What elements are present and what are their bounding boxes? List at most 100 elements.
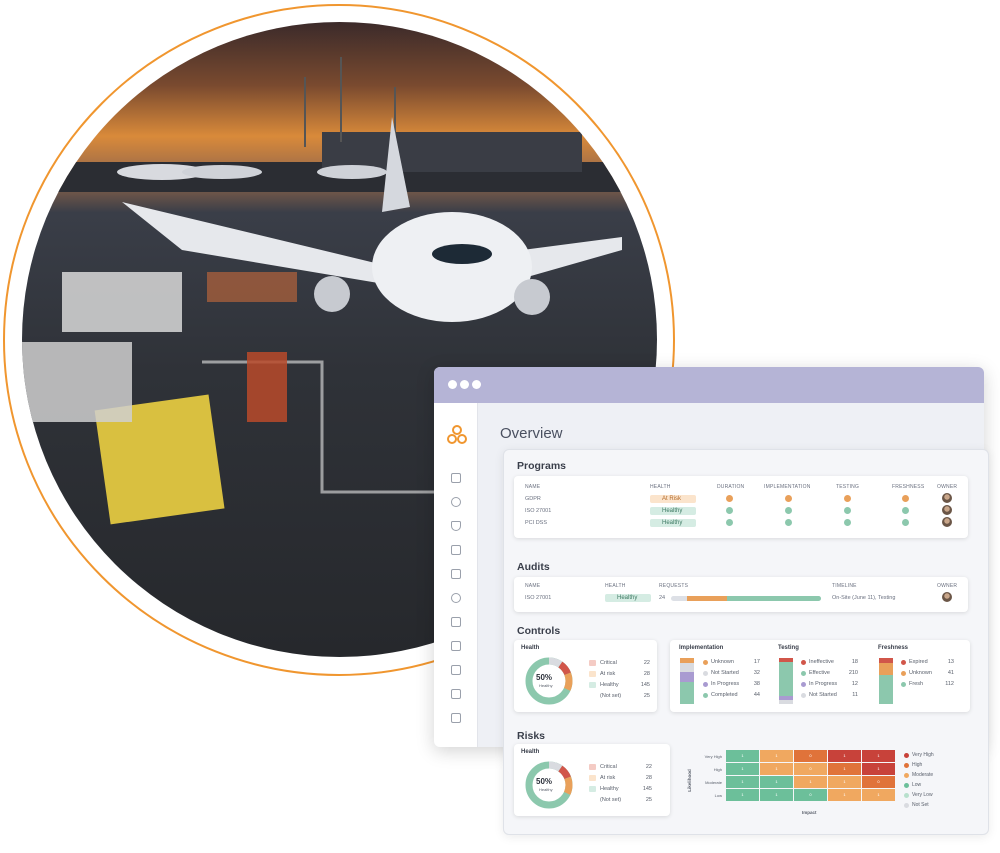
window-dot[interactable]	[448, 380, 457, 389]
flag-icon[interactable]	[451, 689, 461, 699]
col-name: NAME	[525, 484, 541, 490]
col-duration: DURATION	[717, 484, 745, 490]
avatar[interactable]	[942, 493, 952, 503]
truck-icon[interactable]	[451, 713, 461, 723]
heatmap-cell[interactable]: 1	[862, 763, 895, 775]
legend-value: 22	[645, 764, 652, 770]
legend-label: (Not set)	[600, 797, 622, 803]
report-icon[interactable]	[451, 617, 461, 627]
heatmap-cell[interactable]: 1	[760, 750, 793, 762]
risks-health-card: Health 50% Healthy Critical 22 At risk 2…	[514, 744, 670, 816]
legend-value: 145	[640, 682, 650, 688]
status-badge: Healthy	[650, 507, 696, 515]
progress-segment-open	[687, 596, 727, 601]
implementation-stack	[680, 658, 694, 704]
implementation-status	[785, 519, 792, 526]
legend-value: 145	[642, 786, 652, 792]
legend-label: In Progress	[711, 681, 740, 687]
heatmap-cell[interactable]: 0	[862, 776, 895, 788]
duration-status	[726, 495, 733, 502]
legend-dot	[904, 753, 909, 758]
avatar[interactable]	[942, 592, 952, 602]
page-title: Overview	[500, 425, 563, 442]
heatmap-cell[interactable]: 1	[726, 776, 759, 788]
col-testing: TESTING	[836, 484, 860, 490]
controls-health-card: Health 50% Healthy Critical 22 At risk 2…	[514, 640, 657, 712]
box-icon[interactable]	[451, 497, 461, 507]
heatmap-cell[interactable]: 1	[828, 789, 861, 801]
heatmap-cell[interactable]: 1	[726, 750, 759, 762]
heatmap-cell[interactable]: 1	[726, 789, 759, 801]
dashboard-icon[interactable]	[451, 473, 461, 483]
legend-label: At risk	[600, 775, 616, 781]
status-badge: Healthy	[650, 519, 696, 527]
status-badge: At Risk	[650, 495, 696, 503]
legend-label: Unknown	[909, 670, 932, 676]
heatmap-cell[interactable]: 1	[828, 776, 861, 788]
health-percent: 50%	[536, 673, 553, 682]
legend-dot	[801, 682, 806, 687]
status-badge: Healthy	[605, 594, 651, 602]
program-name: PCI DSS	[525, 520, 548, 526]
col-name: NAME	[525, 583, 541, 589]
legend-value: 11	[852, 692, 858, 698]
legend-label: Critical	[600, 764, 617, 770]
clipboard-icon[interactable]	[451, 641, 461, 651]
health-label: Healthy	[539, 683, 553, 688]
heatmap-cell[interactable]: 0	[794, 750, 827, 762]
heatmap-cell[interactable]: 0	[794, 789, 827, 801]
app-logo-icon[interactable]	[447, 425, 467, 445]
legend-label: (Not set)	[600, 693, 622, 699]
legend-label: Low	[912, 782, 922, 788]
legend-dot	[703, 671, 708, 676]
testing-status	[844, 495, 851, 502]
heatmap-ylabel: Likelihood	[686, 769, 692, 792]
implementation-status	[785, 507, 792, 514]
legend-value: 25	[645, 797, 652, 803]
legend-swatch	[589, 660, 596, 666]
heatmap-cell[interactable]: 1	[760, 776, 793, 788]
document-edit-icon[interactable]	[451, 569, 461, 579]
shield-icon[interactable]	[451, 521, 461, 531]
avatar[interactable]	[942, 505, 952, 515]
col-owner: OWNER	[937, 583, 958, 589]
heatmap-cell[interactable]: 1	[726, 763, 759, 775]
branch-icon[interactable]	[451, 545, 461, 555]
legend-value: 44	[753, 692, 760, 698]
card-title: Freshness	[878, 645, 909, 651]
window-dot[interactable]	[472, 380, 481, 389]
heatmap-cell[interactable]: 1	[828, 763, 861, 775]
program-name: GDPR	[525, 496, 541, 502]
cloud-icon[interactable]	[451, 593, 461, 603]
overview-panel: Programs NAME HEALTH DURATION IMPLEMENTA…	[503, 449, 989, 835]
controls-title: Controls	[517, 625, 561, 637]
legend-value: 17	[753, 659, 760, 665]
progress-segment-done	[727, 596, 821, 601]
legend-value: 25	[643, 693, 650, 699]
heatmap-cell[interactable]: 0	[794, 763, 827, 775]
heatmap-cell[interactable]: 1	[862, 789, 895, 801]
col-health: HEALTH	[650, 484, 671, 490]
window-dot[interactable]	[460, 380, 469, 389]
legend-dot	[904, 763, 909, 768]
checklist-icon[interactable]	[451, 665, 461, 675]
freshness-status	[902, 507, 909, 514]
heatmap-cell[interactable]: 1	[794, 776, 827, 788]
avatar[interactable]	[942, 517, 952, 527]
health-percent: 50%	[536, 777, 553, 786]
legend-label: Fresh	[909, 681, 924, 687]
legend-dot	[801, 660, 806, 665]
legend-label: Ineffective	[809, 659, 834, 665]
legend-label: Not Set	[912, 802, 929, 808]
legend-label: Unknown	[711, 659, 734, 665]
heatmap-cell[interactable]: 1	[862, 750, 895, 762]
heatmap-cell[interactable]: 1	[760, 763, 793, 775]
heatmap-cell[interactable]: 1	[760, 789, 793, 801]
legend-value: 38	[753, 681, 760, 687]
heatmap-cell[interactable]: 1	[828, 750, 861, 762]
audits-title: Audits	[517, 561, 550, 573]
heatmap-row-label: Low	[714, 793, 722, 798]
col-health: HEALTH	[605, 583, 626, 589]
legend-dot	[703, 693, 708, 698]
legend-value: 210	[848, 670, 858, 676]
